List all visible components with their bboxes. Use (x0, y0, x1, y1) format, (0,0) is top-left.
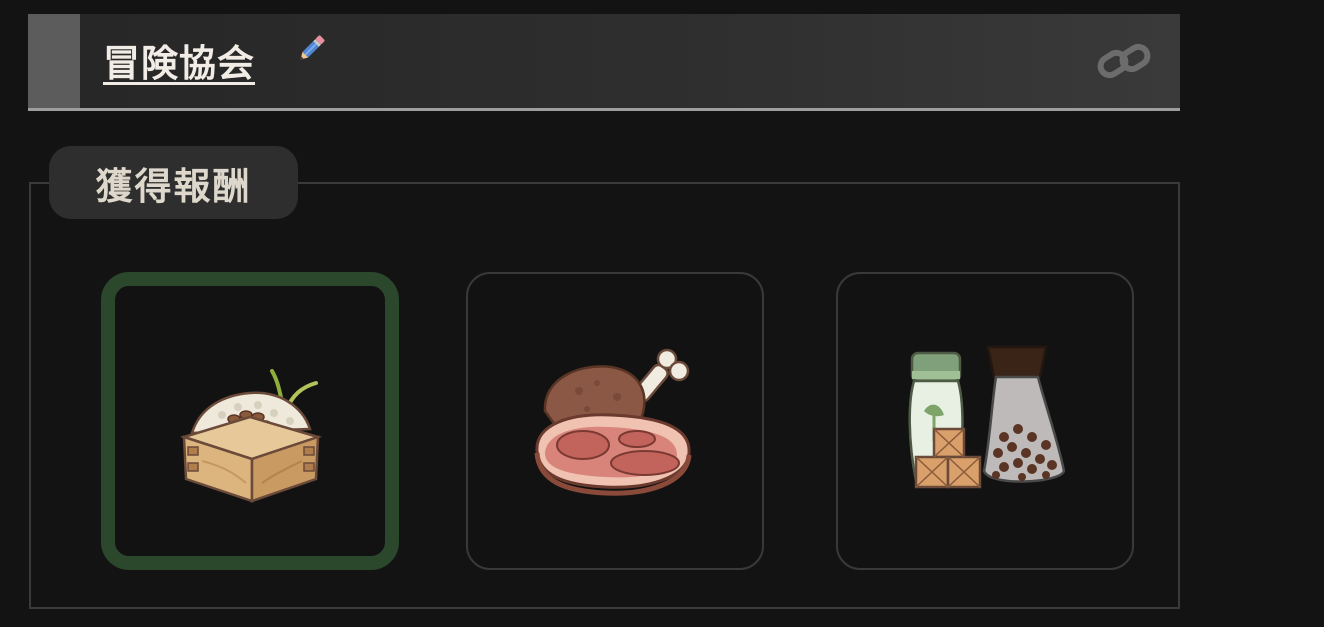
spice-jars-icon (908, 345, 1066, 489)
header-bar: 冒険協会 (28, 14, 1180, 111)
page: 冒険協会 獲得報酬 (0, 0, 1324, 627)
rewards-tab: 獲得報酬 (49, 146, 298, 219)
rewards-tab-label: 獲得報酬 (95, 164, 252, 208)
header-accent (28, 14, 80, 108)
link-icon[interactable] (1096, 38, 1152, 84)
rice-box-icon (179, 369, 323, 503)
reward-slot-meat[interactable] (466, 272, 764, 570)
reward-slot-rice[interactable] (101, 272, 399, 570)
reward-slot-spices[interactable] (836, 272, 1134, 570)
pencil-icon[interactable] (293, 31, 329, 67)
page-title[interactable]: 冒険協会 (103, 42, 255, 86)
meat-icon (534, 348, 692, 496)
